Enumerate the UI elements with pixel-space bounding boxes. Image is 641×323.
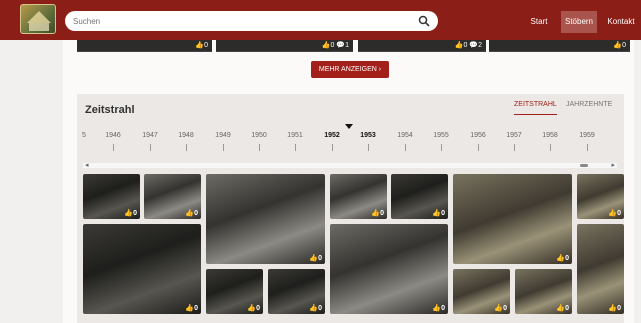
year-tick xyxy=(441,144,442,151)
year-tick xyxy=(368,144,369,151)
year-label[interactable]: 1948 xyxy=(178,132,194,139)
like-count: 👍0 xyxy=(608,210,621,217)
year-tick xyxy=(186,144,187,151)
year-tick xyxy=(405,144,406,151)
year-ruler: 5 1946 1947 1948 1949 1950 1951 1952 195… xyxy=(77,130,624,154)
like-comment-count: 👍0 💬1 xyxy=(321,42,349,49)
like-count: 👍0 xyxy=(371,210,384,217)
like-comment-count: 👍0 💬2 xyxy=(454,42,482,49)
scroll-right-icon[interactable]: ▸ xyxy=(611,161,615,169)
year-tick xyxy=(259,144,260,151)
timeline-photo[interactable]: 👍0 xyxy=(144,174,201,219)
like-count: 👍0 xyxy=(556,255,569,262)
like-count: 👍0 xyxy=(608,305,621,312)
show-more-button[interactable]: MEHR ANZEIGEN › xyxy=(311,61,389,78)
year-label[interactable]: 5 xyxy=(82,132,86,139)
year-label[interactable]: 1946 xyxy=(105,132,121,139)
site-logo[interactable] xyxy=(20,4,56,34)
nav-stoebern[interactable]: Stöbern xyxy=(561,11,597,33)
year-tick xyxy=(295,144,296,151)
timeline-photo[interactable]: 👍0 xyxy=(453,174,572,264)
timeline-photo[interactable]: 👍0 xyxy=(83,224,201,314)
search-input[interactable] xyxy=(73,14,393,28)
like-count: 👍0 xyxy=(494,305,507,312)
like-count: 👍0 xyxy=(432,210,445,217)
timeline-photo[interactable]: 👍0 xyxy=(206,174,325,264)
year-label[interactable]: 1955 xyxy=(433,132,449,139)
nav-start[interactable]: Start xyxy=(519,11,559,33)
year-tick xyxy=(478,144,479,151)
like-count: 👍0 xyxy=(185,305,198,312)
search-icon[interactable] xyxy=(418,15,430,27)
year-label[interactable]: 1958 xyxy=(542,132,558,139)
timeline-photo[interactable]: 👍0 xyxy=(577,224,624,314)
year-label[interactable]: 1954 xyxy=(397,132,413,139)
timeline-photo[interactable]: 👍0 xyxy=(330,224,448,314)
year-tick xyxy=(150,144,151,151)
like-count: 👍0 xyxy=(247,305,260,312)
search-bar xyxy=(65,11,438,31)
year-tick xyxy=(587,144,588,151)
timeline-scrollbar[interactable]: ◂ ▸ xyxy=(83,161,617,169)
site-header: Start Stöbern Kontakt xyxy=(0,0,641,40)
timeline-photo[interactable]: 👍0 xyxy=(577,174,624,219)
year-tick xyxy=(514,144,515,151)
timeline-photo[interactable]: 👍0 xyxy=(83,174,140,219)
top-photo-3[interactable]: 👍0 💬2 xyxy=(358,40,486,52)
year-label-selected[interactable]: 1953 xyxy=(360,132,376,139)
tab-zeitstrahl[interactable]: ZEITSTRAHL xyxy=(514,101,557,115)
year-label-selected[interactable]: 1952 xyxy=(324,132,340,139)
like-count: 👍0 xyxy=(124,210,137,217)
timeline-title: Zeitstrahl xyxy=(85,104,135,116)
timeline-photo[interactable]: 👍0 xyxy=(206,269,263,314)
top-photo-2[interactable]: 👍0 💬1 xyxy=(216,40,353,52)
like-count: 👍0 xyxy=(613,42,626,49)
year-label[interactable]: 1949 xyxy=(215,132,231,139)
year-tick xyxy=(550,144,551,151)
top-photo-4[interactable]: 👍0 xyxy=(489,40,630,52)
timeline-photo[interactable]: 👍0 xyxy=(391,174,448,219)
like-count: 👍0 xyxy=(309,255,322,262)
year-label[interactable]: 1959 xyxy=(579,132,595,139)
timeline-panel: Zeitstrahl ZEITSTRAHL JAHRZEHNTE 5 1946 … xyxy=(77,94,624,323)
year-label[interactable]: 1947 xyxy=(142,132,158,139)
logo-building-base xyxy=(29,23,49,31)
year-label[interactable]: 1957 xyxy=(506,132,522,139)
year-tick xyxy=(332,144,333,151)
like-count: 👍0 xyxy=(309,305,322,312)
like-count: 👍0 xyxy=(185,210,198,217)
like-count: 👍0 xyxy=(432,305,445,312)
timeline-photo[interactable]: 👍0 xyxy=(453,269,510,314)
timeline-photo[interactable]: 👍0 xyxy=(330,174,387,219)
tab-jahrzehnte[interactable]: JAHRZEHNTE xyxy=(566,101,612,114)
year-label[interactable]: 1951 xyxy=(287,132,303,139)
scroll-left-icon[interactable]: ◂ xyxy=(85,161,89,169)
timeline-photo[interactable]: 👍0 xyxy=(268,269,325,314)
year-label[interactable]: 1956 xyxy=(470,132,486,139)
year-label[interactable]: 1950 xyxy=(251,132,267,139)
top-photo-1[interactable]: 👍0 xyxy=(77,40,212,52)
like-count: 👍0 xyxy=(195,42,208,49)
year-tick xyxy=(113,144,114,151)
logo-building-roof xyxy=(27,11,51,23)
timeline-marker-icon[interactable] xyxy=(345,124,353,129)
timeline-photo[interactable]: 👍0 xyxy=(515,269,572,314)
scrollbar-thumb[interactable] xyxy=(580,164,588,167)
year-tick xyxy=(223,144,224,151)
nav-kontakt[interactable]: Kontakt xyxy=(601,11,641,33)
like-count: 👍0 xyxy=(556,305,569,312)
